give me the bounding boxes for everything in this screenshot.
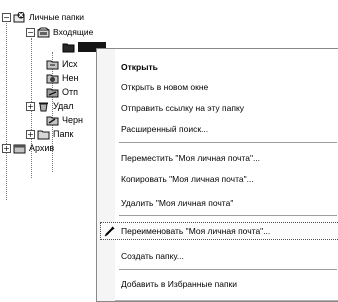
tree-node-label: Архив [29, 143, 55, 153]
tree-node-personal-folders[interactable]: − Личные папки [2, 10, 84, 24]
archive-icon [13, 144, 26, 153]
tree-node-outbox[interactable]: Исх [46, 57, 77, 71]
menu-item-add-to-favorites[interactable]: Добавить в Избранные папки [121, 276, 337, 292]
menu-icon-gutter [97, 49, 115, 301]
menu-item-send-link[interactable]: Отправить ссылку на эту папку [121, 100, 337, 116]
junk-folder-icon [46, 74, 59, 83]
tree-node-folders[interactable]: + Папк [26, 127, 73, 141]
menu-item-advanced-find[interactable]: Расширенный поиск... [121, 121, 337, 137]
menu-separator [119, 269, 337, 271]
tree-node-label: Нен [62, 73, 79, 83]
menu-item-rename-folder[interactable]: Переименовать "Моя личная почта"... [100, 222, 338, 240]
expand-toggle[interactable]: + [2, 143, 11, 153]
menu-separator [119, 215, 337, 217]
tree-node-deleted[interactable]: + Удал [26, 99, 74, 113]
menu-separator [119, 142, 337, 144]
menu-item-open[interactable]: Открыть [121, 59, 337, 75]
trash-icon [39, 102, 48, 111]
tree-node-label: Исх [62, 59, 78, 69]
expand-toggle[interactable]: + [26, 101, 35, 111]
folder-icon [62, 43, 75, 52]
outbox-folder-icon [46, 60, 59, 69]
tree-node-sent[interactable]: Отп [46, 85, 78, 99]
tree-node-label: Удал [53, 101, 74, 111]
personal-folders-icon [13, 11, 25, 22]
inbox-folder-icon [37, 27, 50, 37]
drafts-folder-icon [46, 116, 59, 125]
expand-toggle[interactable]: + [26, 129, 35, 139]
collapse-toggle[interactable]: − [26, 27, 35, 37]
menu-item-new-folder[interactable]: Создать папку... [121, 248, 337, 264]
tree-node-inbox[interactable]: − Входящие [26, 25, 93, 39]
rename-icon [104, 226, 115, 237]
tree-connector [6, 20, 7, 200]
menu-item-move-folder[interactable]: Переместить "Моя личная почта"... [121, 150, 337, 166]
folder-icon [37, 130, 50, 139]
tree-node-drafts[interactable]: Черн [46, 113, 83, 127]
tree-node-junk[interactable]: Нен [46, 71, 78, 85]
menu-item-open-in-new-window[interactable]: Открыть в новом окне [121, 79, 337, 95]
sent-folder-icon [46, 88, 59, 97]
tree-node-label: Отп [62, 87, 78, 97]
tree-node-label: Входящие [53, 27, 94, 37]
collapse-toggle[interactable]: − [2, 12, 11, 22]
tree-node-label: Черн [62, 115, 83, 125]
menu-item-copy-folder[interactable]: Копировать "Моя личная почта"... [121, 171, 337, 187]
tree-node-archive[interactable]: + Архив [2, 141, 54, 155]
menu-item-delete-folder[interactable]: Удалить "Моя личная почта" [121, 195, 337, 211]
context-menu: Открыть Открыть в новом окне Отправить с… [96, 48, 338, 302]
tree-node-label: Личные папки [29, 12, 85, 22]
tree-node-label: Папк [53, 129, 74, 139]
menu-item-label: Переименовать "Моя личная почта"... [121, 226, 271, 236]
